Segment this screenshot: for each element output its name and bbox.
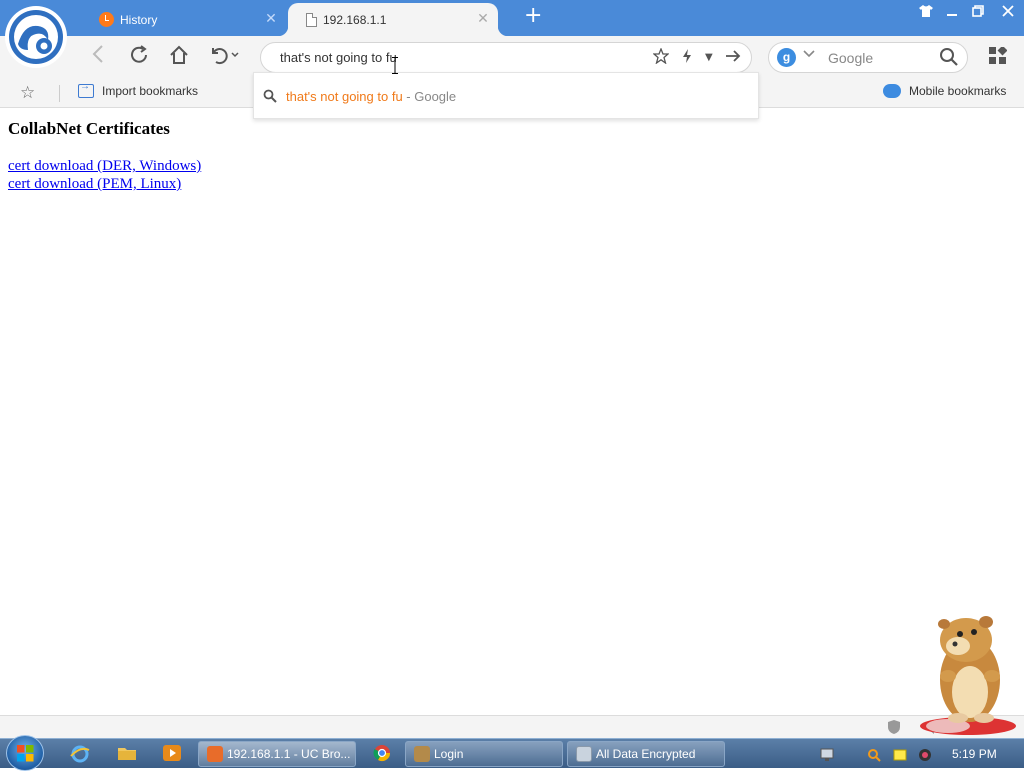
taskbar-window-label: Login xyxy=(434,747,464,761)
network-tray-icon[interactable] xyxy=(820,747,834,761)
cloud-icon xyxy=(883,84,901,98)
cert-download-pem-link[interactable]: cert download (PEM, Linux) xyxy=(8,176,181,193)
media-player-icon[interactable] xyxy=(162,744,182,764)
chrome-icon[interactable] xyxy=(372,744,392,764)
suggestion-engine: - Google xyxy=(402,89,457,104)
go-arrow-icon[interactable] xyxy=(725,48,741,69)
tab-history[interactable]: History ✕ xyxy=(90,3,286,36)
search-engine-icon[interactable]: g xyxy=(777,48,796,67)
hamster-app-icon xyxy=(414,746,430,762)
import-icon xyxy=(78,81,94,98)
taskbar-window-label: 192.168.1.1 - UC Bro... xyxy=(227,747,351,761)
search-box[interactable]: g Google xyxy=(768,42,968,73)
page-title: CollabNet Certificates xyxy=(8,119,170,138)
star-icon[interactable] xyxy=(652,47,670,69)
windows-logo-icon xyxy=(17,745,34,762)
address-input[interactable]: that's not going to fu xyxy=(280,50,397,65)
taskbar-window-label: All Data Encrypted xyxy=(596,747,696,761)
browser-status-bar xyxy=(0,715,1024,738)
address-bar[interactable]: that's not going to fu ▼ xyxy=(260,42,752,73)
uc-browser-logo[interactable] xyxy=(4,4,68,70)
close-icon[interactable]: ✕ xyxy=(264,11,278,25)
search-icon[interactable] xyxy=(939,47,959,71)
mobile-bookmarks-label: Mobile bookmarks xyxy=(909,84,1007,98)
address-suggestion-dropdown: that's not going to fu - Google xyxy=(253,72,759,119)
suggestion-query: that's not going to fu xyxy=(286,89,403,104)
taskbar-window-uc-browser[interactable]: 192.168.1.1 - UC Bro... xyxy=(198,741,356,767)
web-page-content: CollabNet Certificates cert download (DE… xyxy=(0,109,1024,715)
taskbar-window-all-data-encrypted[interactable]: All Data Encrypted xyxy=(567,741,725,767)
reload-button[interactable] xyxy=(127,44,151,70)
chevron-down-icon[interactable] xyxy=(803,49,815,62)
lightning-icon[interactable] xyxy=(681,48,693,69)
internet-explorer-icon[interactable] xyxy=(70,744,90,764)
undo-close-tab-button[interactable] xyxy=(207,44,241,70)
start-button[interactable] xyxy=(6,735,44,771)
restore-button[interactable] xyxy=(966,2,990,24)
record-tray-icon[interactable] xyxy=(918,747,932,761)
dropdown-arrow-icon[interactable]: ▼ xyxy=(705,48,713,68)
back-button[interactable] xyxy=(86,44,110,70)
browser-titlebar: History ✕ 192.168.1.1 ✕ + xyxy=(0,0,1024,36)
bookmark-star-icon[interactable]: ☆ xyxy=(20,83,35,103)
shield-icon[interactable] xyxy=(887,719,901,739)
taskbar-clock[interactable]: 5:19 PM xyxy=(952,747,997,761)
search-input[interactable]: Google xyxy=(828,50,873,66)
page-icon xyxy=(306,12,317,27)
window-app-icon xyxy=(576,746,592,762)
search-tray-icon[interactable] xyxy=(867,747,881,762)
close-icon[interactable]: ✕ xyxy=(476,11,490,25)
new-tab-button[interactable]: + xyxy=(524,4,542,28)
import-bookmarks-link[interactable]: Import bookmarks xyxy=(78,81,199,98)
note-tray-icon[interactable] xyxy=(893,747,907,761)
tab-current-label: 192.168.1.1 xyxy=(323,12,387,27)
search-icon xyxy=(263,88,277,107)
tab-current[interactable]: 192.168.1.1 ✕ xyxy=(278,3,508,36)
tab-history-label: History xyxy=(120,12,158,27)
uc-browser-icon xyxy=(207,746,223,762)
mobile-bookmarks-link[interactable]: Mobile bookmarks xyxy=(883,84,1006,98)
skin-shirt-icon[interactable] xyxy=(914,2,938,24)
taskbar-window-login[interactable]: Login xyxy=(405,741,563,767)
apps-grid-icon[interactable] xyxy=(989,47,1007,65)
cert-download-der-link[interactable]: cert download (DER, Windows) xyxy=(8,158,201,175)
text-cursor-icon xyxy=(392,57,398,74)
history-clock-icon xyxy=(99,12,114,27)
import-bookmarks-label: Import bookmarks xyxy=(102,84,199,98)
hamster-mascot-image xyxy=(920,616,1016,735)
bookmarks-divider xyxy=(59,85,60,102)
close-window-button[interactable] xyxy=(996,2,1020,24)
home-button[interactable] xyxy=(167,44,191,70)
file-explorer-icon[interactable] xyxy=(117,744,137,764)
suggestion-item[interactable]: that's not going to fu - Google xyxy=(286,89,456,104)
windows-taskbar: 192.168.1.1 - UC Bro... Login All Data E… xyxy=(0,735,1024,771)
minimize-button[interactable] xyxy=(940,2,964,24)
